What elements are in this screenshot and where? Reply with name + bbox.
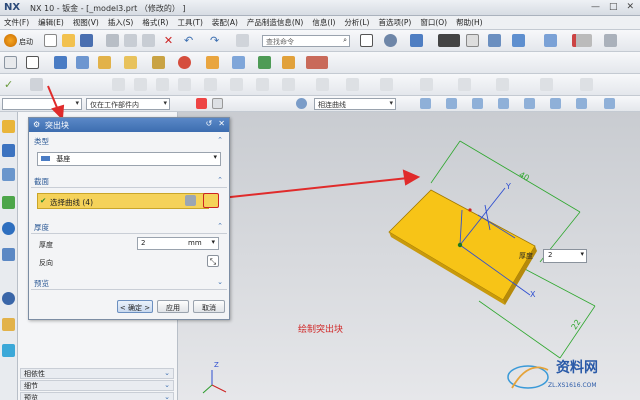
close-icon[interactable]: ✕ bbox=[218, 119, 225, 128]
chevron-up-icon: ⌃ bbox=[217, 176, 223, 184]
axis-x-label: X bbox=[530, 290, 536, 299]
reverse-label: 反向 bbox=[39, 259, 53, 267]
reset-icon[interactable]: ↺ bbox=[206, 119, 213, 128]
thickness-label: 厚度 bbox=[39, 241, 53, 249]
dialog-title: 突出块 bbox=[45, 121, 69, 130]
axis-z-label: Z bbox=[214, 361, 219, 369]
type-select[interactable]: 基座 ▾ bbox=[37, 152, 221, 166]
chevron-down-icon: ⌄ bbox=[217, 278, 223, 286]
thickness-callout[interactable]: 厚度 2 ▾ bbox=[519, 249, 587, 263]
sketch-section-icon[interactable] bbox=[185, 195, 196, 206]
watermark-logo-icon bbox=[507, 365, 549, 389]
thickness-callout-label: 厚度 bbox=[519, 252, 533, 260]
dialog-title-bar[interactable]: ⚙ 突出块 ↺ ✕ bbox=[29, 118, 229, 132]
thickness-input[interactable]: 2 mm ▾ bbox=[137, 237, 219, 250]
watermark-url: ZL.XS1616.COM bbox=[548, 382, 597, 389]
check-icon: ✔ bbox=[40, 196, 47, 205]
curve-icon[interactable] bbox=[203, 193, 219, 208]
chevron-down-icon: ▾ bbox=[211, 238, 215, 246]
cancel-button[interactable]: 取消 bbox=[193, 300, 225, 313]
section-type[interactable]: 类型 ⌃ bbox=[31, 136, 227, 148]
chevron-up-icon: ⌃ bbox=[217, 222, 223, 230]
instruction-annotation: 绘制突出块 bbox=[298, 325, 344, 335]
protrusion-dialog: ⚙ 突出块 ↺ ✕ 类型 ⌃ 基座 ▾ 截面 ⌃ ✔ 选择曲线 (4) 厚度 ⌃… bbox=[28, 117, 230, 320]
thickness-callout-value: 2 bbox=[548, 251, 553, 259]
chevron-down-icon: ▾ bbox=[213, 153, 217, 161]
ok-button[interactable]: < 确定 > bbox=[117, 300, 153, 313]
chevron-down-icon: ▾ bbox=[580, 250, 584, 258]
watermark-brand: 资料网 bbox=[556, 360, 598, 376]
reverse-direction-icon[interactable]: ⤡ bbox=[207, 255, 219, 267]
section-profile[interactable]: 截面 ⌃ bbox=[31, 176, 227, 188]
section-thickness[interactable]: 厚度 ⌃ bbox=[31, 222, 227, 234]
chevron-up-icon: ⌃ bbox=[217, 136, 223, 144]
section-preview[interactable]: 预览 ⌄ bbox=[31, 278, 227, 290]
base-icon bbox=[41, 156, 50, 161]
select-curve-row[interactable]: ✔ 选择曲线 (4) bbox=[37, 193, 209, 209]
apply-button[interactable]: 应用 bbox=[157, 300, 189, 313]
axis-y-label: Y bbox=[506, 182, 511, 191]
gear-icon: ⚙ bbox=[33, 120, 41, 129]
